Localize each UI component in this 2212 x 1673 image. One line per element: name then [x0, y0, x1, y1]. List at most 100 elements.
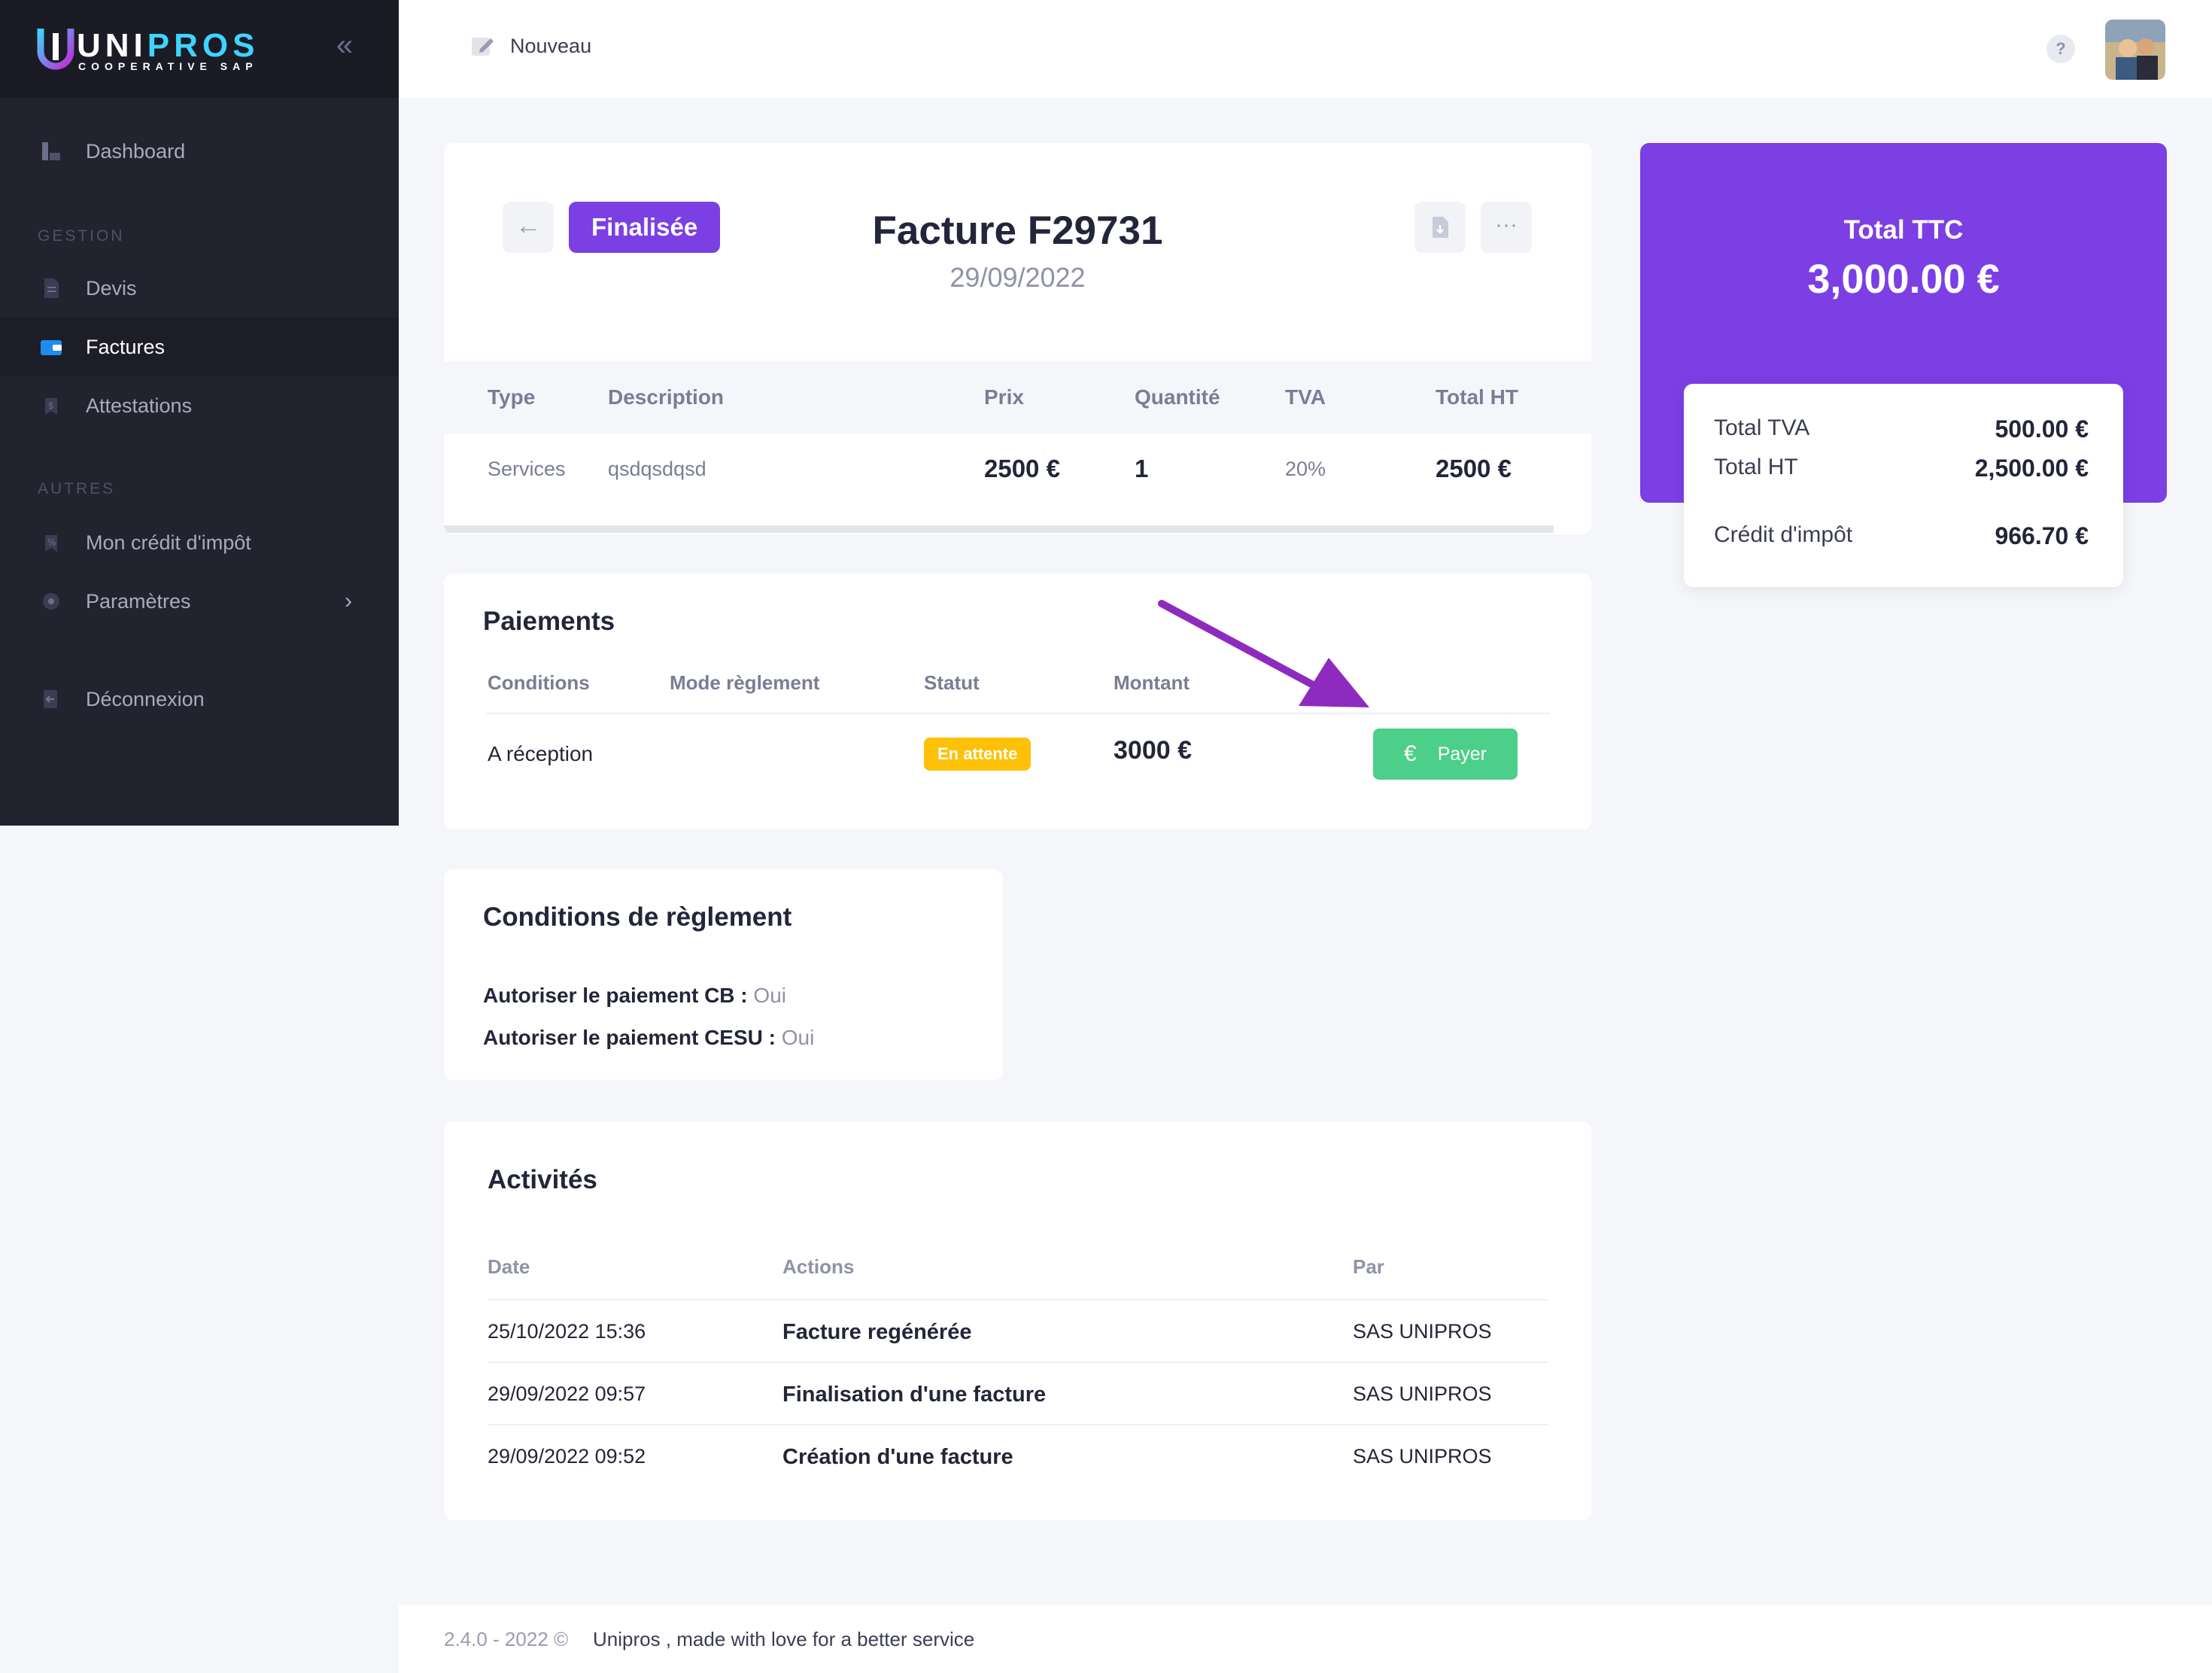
divider: [485, 713, 1550, 714]
cell-action: Finalisation d'une facture: [782, 1383, 1047, 1407]
cb-payment-line: Autoriser le paiement CB : Oui: [483, 984, 786, 1007]
collapse-sidebar-icon[interactable]: «: [331, 30, 358, 60]
col-conditions: Conditions: [488, 671, 590, 694]
sidebar-item-label: Paramètres: [86, 589, 191, 613]
activities-title: Activités: [488, 1165, 597, 1194]
tax-credit-value: 966.70 €: [1995, 522, 2089, 549]
col-par: Par: [1353, 1255, 1384, 1278]
col-mode-reglement: Mode règlement: [670, 671, 820, 694]
cell-tva: 20%: [1285, 458, 1326, 480]
footer: 2.4.0 - 2022 © Unipros , made with love …: [399, 1605, 2212, 1673]
col-total-ht: Total HT: [1436, 385, 1518, 409]
edit-icon: [472, 38, 494, 56]
cell-action: Facture regénérée: [782, 1320, 972, 1344]
pay-button[interactable]: € Payer: [1373, 729, 1518, 780]
top-bar: Nouveau ?: [399, 0, 2212, 98]
conditions-card: Conditions de règlement Autoriser le pai…: [444, 869, 1003, 1080]
cell-action: Création d'une facture: [782, 1445, 1013, 1469]
section-label-gestion: GESTION: [38, 227, 125, 245]
payments-card: Paiements Conditions Mode règlement Stat…: [444, 573, 1591, 829]
brand-name: UNIPROS: [77, 27, 260, 64]
download-pdf-icon[interactable]: [1414, 202, 1466, 253]
tax-credit-label: Crédit d'impôt: [1714, 522, 1853, 547]
sidebar-item-devis[interactable]: Devis: [0, 259, 399, 318]
brand-tagline: COOPERATIVE SAP: [78, 60, 258, 72]
table-row: 25/10/2022 15:36 Facture regénérée SAS U…: [488, 1299, 1548, 1361]
svg-text:$: $: [48, 400, 54, 411]
chevron-right-icon: ›: [345, 589, 352, 613]
payments-title: Paiements: [483, 607, 615, 636]
conditions-title: Conditions de règlement: [483, 902, 792, 932]
cb-payment-value: Oui: [753, 984, 786, 1007]
cell-quantite: 1: [1135, 455, 1149, 482]
dashboard-icon: [42, 142, 60, 160]
pay-button-label: Payer: [1437, 743, 1487, 765]
cell-date: 29/09/2022 09:57: [488, 1383, 646, 1405]
col-statut: Statut: [924, 671, 980, 694]
cell-montant: 3000 €: [1114, 736, 1192, 765]
sidebar-item-attestations[interactable]: $ Attestations: [0, 376, 399, 435]
cesu-payment-line: Autoriser le paiement CESU : Oui: [483, 1026, 815, 1049]
help-icon[interactable]: ?: [2046, 35, 2075, 63]
sidebar-item-label: Devis: [86, 276, 137, 300]
avatar[interactable]: [2105, 20, 2165, 80]
total-ttc-label: Total TTC: [1843, 215, 1964, 245]
cell-par: SAS UNIPROS: [1353, 1383, 1492, 1405]
footer-text: Unipros , made with love for a better se…: [593, 1628, 975, 1650]
sidebar-item-label: Attestations: [86, 394, 193, 417]
new-button-label: Nouveau: [510, 34, 592, 57]
gear-icon: [43, 593, 59, 610]
logo-bar: UNIPROS COOPERATIVE SAP «: [0, 0, 399, 98]
new-button[interactable]: Nouveau: [469, 33, 591, 59]
section-label-autres: AUTRES: [38, 480, 116, 497]
total-ht-value: 2,500.00 €: [1974, 455, 2089, 482]
cell-par: SAS UNIPROS: [1353, 1445, 1492, 1468]
totals-breakdown: Total TVA 500.00 € Total HT 2,500.00 € C…: [1684, 384, 2123, 587]
sidebar-item-label: Dashboard: [86, 139, 186, 163]
more-options-icon[interactable]: ···: [1481, 202, 1532, 253]
cell-date: 25/10/2022 15:36: [488, 1320, 646, 1343]
table-scrollbar[interactable]: [444, 525, 1554, 533]
wallet-icon: [41, 340, 62, 355]
cell-type: Services: [488, 458, 566, 480]
col-tva: TVA: [1285, 385, 1326, 409]
logo-icon: [37, 29, 74, 70]
sidebar-item-deconnexion[interactable]: Déconnexion: [0, 670, 399, 729]
total-ttc-value: 3,000.00 €: [1807, 257, 2000, 302]
sidebar-item-factures[interactable]: Factures: [0, 318, 399, 376]
table-row: Services qsdqsdqsd 2500 € 1 20% 2500 €: [444, 433, 1591, 507]
sidebar-item-parametres[interactable]: Paramètres ›: [0, 572, 399, 631]
col-prix: Prix: [984, 385, 1024, 409]
cell-conditions: A réception: [488, 742, 594, 765]
tax-credit-icon: %: [45, 535, 57, 552]
cell-description: qsdqsdqsd: [608, 458, 706, 480]
col-description: Description: [608, 385, 725, 409]
col-date: Date: [488, 1255, 530, 1278]
total-ht-label: Total HT: [1714, 455, 1798, 479]
status-badge: En attente: [924, 738, 1032, 771]
line-items-header: Type Description Prix Quantité TVA Total…: [444, 361, 1591, 433]
sidebar-item-credit[interactable]: % Mon crédit d'impôt: [0, 513, 399, 572]
logout-icon: [44, 690, 57, 708]
activities-card: Activités Date Actions Par 25/10/2022 15…: [444, 1121, 1591, 1520]
cesu-payment-value: Oui: [781, 1026, 815, 1049]
annotation-arrow-icon: [1158, 600, 1369, 707]
cell-date: 29/09/2022 09:52: [488, 1445, 646, 1468]
total-tva-value: 500.00 €: [1995, 415, 2089, 443]
svg-text:%: %: [47, 537, 56, 548]
sidebar-item-label: Mon crédit d'impôt: [86, 531, 251, 554]
sidebar-item-dashboard[interactable]: Dashboard: [0, 122, 399, 181]
file-download-icon: [1433, 217, 1448, 238]
table-row: 29/09/2022 09:52 Création d'une facture …: [488, 1424, 1548, 1486]
attestation-icon: $: [45, 398, 57, 415]
document-icon: [44, 278, 59, 298]
col-actions: Actions: [782, 1255, 855, 1278]
footer-version: 2.4.0 - 2022 ©: [444, 1628, 569, 1650]
sidebar-item-label: Factures: [86, 335, 166, 358]
invoice-card: ← Finalisée Facture F29731 29/09/2022 ··…: [444, 143, 1591, 534]
invoice-date: 29/09/2022: [950, 262, 1086, 293]
user-photo: [2105, 20, 2165, 80]
col-quantite: Quantité: [1135, 385, 1220, 409]
table-row: 29/09/2022 09:57 Finalisation d'une fact…: [488, 1361, 1548, 1424]
col-type: Type: [488, 385, 536, 409]
